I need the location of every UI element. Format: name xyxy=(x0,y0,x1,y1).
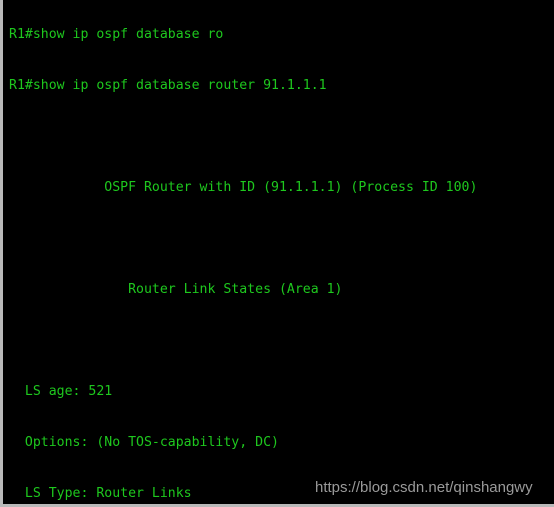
terminal-line: OSPF Router with ID (91.1.1.1) (Process … xyxy=(9,180,478,195)
terminal-line: Router Link States (Area 1) xyxy=(9,282,343,297)
terminal-line: Options: (No TOS-capability, DC) xyxy=(9,435,279,450)
terminal-output-area[interactable]: R1#show ip ospf database ro R1#show ip o… xyxy=(3,0,554,504)
terminal-line-list: R1#show ip ospf database ro R1#show ip o… xyxy=(3,0,554,504)
terminal-line: R1#show ip ospf database router 91.1.1.1 xyxy=(9,78,327,93)
terminal-window: R1#show ip ospf database ro R1#show ip o… xyxy=(0,0,554,507)
terminal-line: LS age: 521 xyxy=(9,384,113,399)
watermark-url: https://blog.csdn.net/qinshangwy xyxy=(315,479,533,496)
terminal-line: R1#show ip ospf database ro xyxy=(9,27,224,42)
